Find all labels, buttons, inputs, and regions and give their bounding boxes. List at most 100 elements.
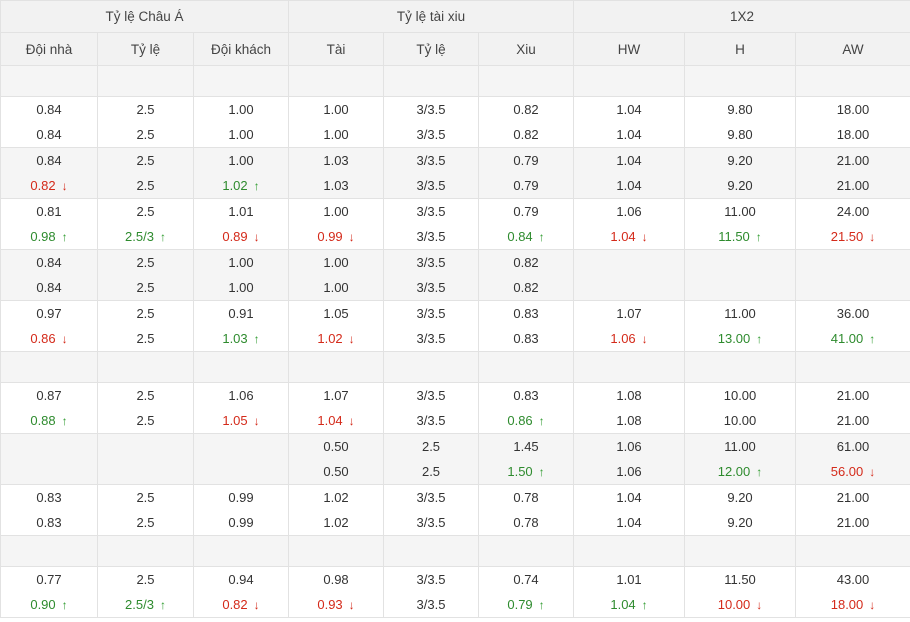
odds-value: 0.93 ↓ (289, 592, 383, 617)
odds-value: 0.89 ↓ (194, 224, 288, 249)
column-header: Tỷ lệ (383, 32, 480, 66)
odds-cell: 36.00 41.00 ↑ (795, 300, 910, 352)
odds-value-text: 1.06 (616, 439, 642, 454)
odds-value: 3/3.5 (384, 148, 478, 173)
arrow-up-icon: ↑ (641, 598, 648, 612)
odds-value-text: 3/3.5 (416, 280, 446, 295)
odds-cell: 61.00 56.00 ↓ (795, 433, 910, 485)
odds-value: 11.00 (685, 301, 795, 326)
odds-value: 36.00 (796, 301, 910, 326)
odds-value: 3/3.5 (384, 97, 478, 122)
odds-value-text: 0.98 (30, 229, 56, 244)
odds-value: 1.00 (289, 122, 383, 147)
odds-row: 0.77 0.90 ↑ 2.5 2.5/3 ↑ 0.94 0.82 ↓ 0.98 0.93 ↓ 3/3.… (0, 566, 910, 618)
odds-value: 0.84 (1, 122, 97, 147)
arrow-up-icon: ↑ (869, 332, 876, 346)
odds-value: 0.91 (194, 301, 288, 326)
odds-value: 1.00 (289, 97, 383, 122)
odds-value: 1.05 (289, 301, 383, 326)
odds-value-text: 9.80 (727, 127, 753, 142)
odds-value-text: 3/3.5 (416, 204, 446, 219)
arrow-up-icon: ↑ (253, 332, 260, 346)
odds-cell (478, 535, 575, 567)
odds-value: 0.88 ↑ (1, 408, 97, 433)
odds-row: 0.87 0.88 ↑ 2.5 2.5 1.06 1.05 ↓ 1.07 1.04 ↓ 3/3.5 3/… (0, 382, 910, 434)
odds-value: 2.5 (98, 301, 193, 326)
odds-value: 1.06 ↓ (574, 326, 684, 351)
odds-value: 18.00 ↓ (796, 592, 910, 617)
odds-value: 9.80 (685, 97, 795, 122)
odds-value-text: 0.83 (36, 515, 62, 530)
odds-cell (97, 433, 194, 485)
odds-value-text: 0.87 (36, 388, 62, 403)
odds-value: 1.06 (574, 459, 684, 484)
odds-cell: 9.20 9.20 (684, 484, 797, 536)
arrow-down-icon: ↓ (348, 598, 355, 612)
odds-value: 0.98 ↑ (1, 224, 97, 249)
odds-value-text: 0.91 (228, 306, 254, 321)
odds-value: 3/3.5 (384, 326, 478, 351)
odds-value-text: 0.82 (513, 280, 539, 295)
odds-cell: 1.00 1.00 (192, 249, 290, 301)
odds-value: 1.07 (289, 383, 383, 408)
odds-value-text: 1.02 (323, 490, 349, 505)
odds-value-text: 9.20 (727, 153, 753, 168)
odds-value-text: 0.97 (36, 306, 62, 321)
odds-cell: 0.77 0.90 ↑ (0, 566, 98, 618)
odds-value: 1.05 ↓ (194, 408, 288, 433)
arrow-down-icon: ↓ (641, 230, 648, 244)
odds-value-text: 0.78 (513, 515, 539, 530)
odds-cell (192, 65, 290, 97)
odds-cell: 0.99 0.99 (192, 484, 290, 536)
odds-value: 1.04 (574, 173, 684, 198)
odds-value-text: 10.00 (717, 597, 751, 612)
odds-value: 2.5 (98, 250, 193, 275)
odds-value-text: 0.90 (30, 597, 56, 612)
odds-value: 1.04 (574, 148, 684, 173)
odds-value-text: 1.00 (323, 102, 349, 117)
odds-value: 0.86 ↓ (1, 326, 97, 351)
odds-value: 0.83 (1, 510, 97, 535)
odds-value: 0.99 (194, 510, 288, 535)
column-header: Đội nhà (0, 32, 98, 66)
arrow-up-icon: ↑ (61, 414, 68, 428)
arrow-up-icon: ↑ (756, 465, 763, 479)
odds-value: 1.04 ↑ (574, 592, 684, 617)
odds-value: 1.04 (574, 485, 684, 510)
odds-value: 0.78 (479, 485, 573, 510)
arrow-up-icon: ↑ (61, 598, 68, 612)
odds-value: 0.74 (479, 567, 573, 592)
column-header: HW (573, 32, 686, 66)
odds-value: 0.82 ↓ (1, 173, 97, 198)
odds-value: 56.00 ↓ (796, 459, 910, 484)
odds-value-text: 0.89 (222, 229, 248, 244)
odds-value-text: 21.00 (836, 515, 870, 530)
odds-value: 3/3.5 (384, 224, 478, 249)
odds-cell: 1.00 1.00 (288, 96, 385, 148)
odds-value-text: 0.82 (222, 597, 248, 612)
odds-value: 1.06 (194, 383, 288, 408)
odds-value: 3/3.5 (384, 275, 478, 300)
odds-value-text: 11.50 (718, 229, 750, 244)
odds-value: 0.83 (479, 383, 573, 408)
odds-value: 9.20 (685, 173, 795, 198)
odds-cell: 0.84 0.84 (0, 249, 98, 301)
odds-value: 2.5 (98, 173, 193, 198)
odds-value-text: 0.79 (513, 153, 539, 168)
odds-value-text: 1.00 (323, 127, 349, 142)
odds-value-text: 21.00 (836, 153, 870, 168)
odds-cell: 1.01 1.04 ↑ (573, 566, 686, 618)
odds-value-text: 21.00 (836, 178, 870, 193)
odds-value: 1.00 (194, 122, 288, 147)
odds-value-text: 0.84 (36, 280, 62, 295)
odds-value: 1.06 (574, 434, 684, 459)
odds-value-text: 0.99 (228, 515, 254, 530)
odds-value-text: 9.20 (727, 490, 753, 505)
odds-value-text: 0.86 (507, 413, 533, 428)
odds-cell: 0.82 0.82 (478, 96, 575, 148)
odds-value-text: 18.00 (836, 102, 870, 117)
odds-value: 0.84 (1, 148, 97, 173)
odds-value: 0.90 ↑ (1, 592, 97, 617)
odds-value-text: 1.02 (323, 515, 349, 530)
odds-value: 1.00 (194, 148, 288, 173)
